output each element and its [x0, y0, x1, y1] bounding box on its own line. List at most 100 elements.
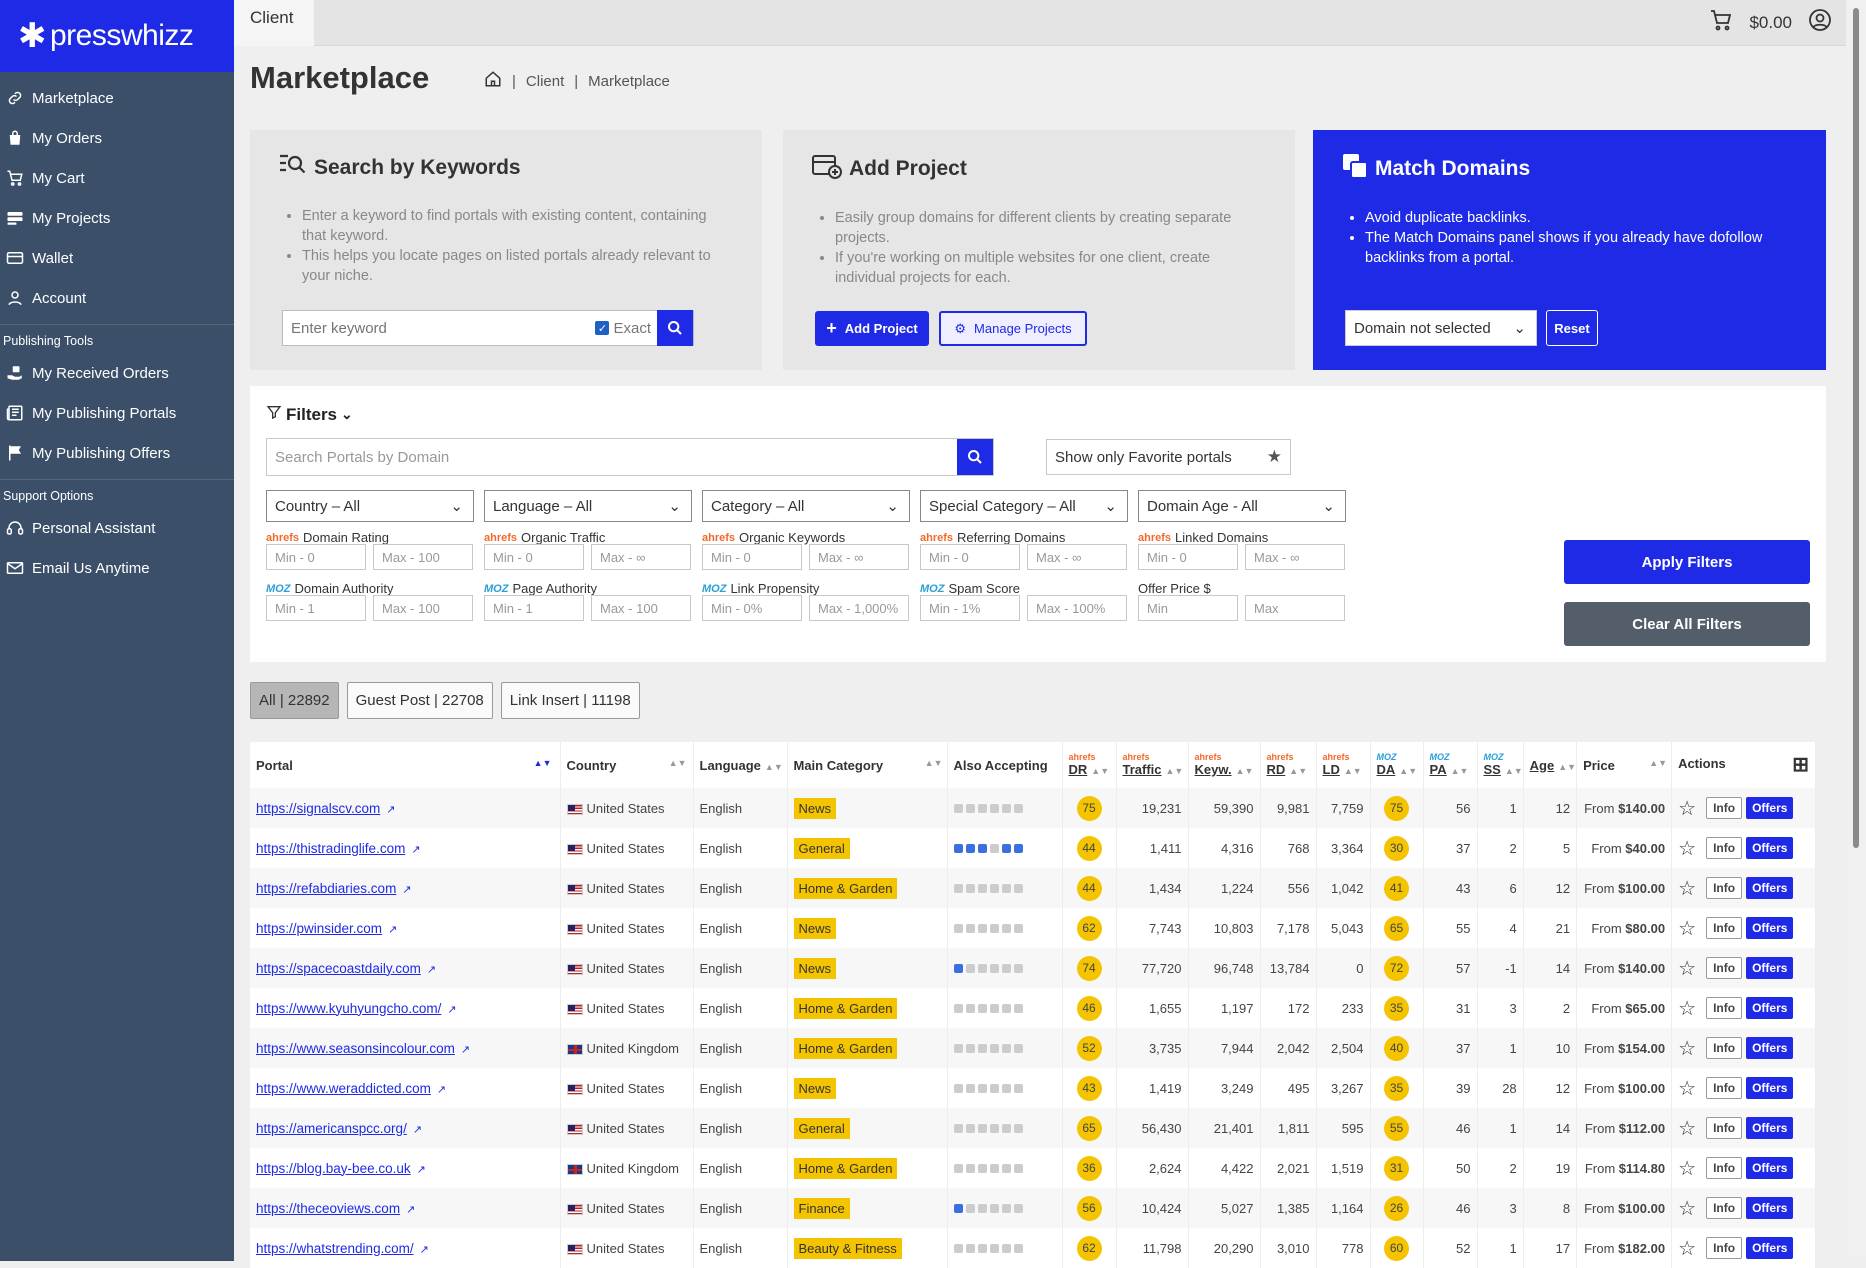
external-link-icon[interactable]: ↗ [447, 1003, 456, 1016]
range-min-input[interactable]: Min - 0 [266, 544, 366, 570]
sort-icon[interactable]: ▲▼ [1166, 766, 1184, 776]
range-max-input[interactable]: Max - ∞ [1027, 544, 1127, 570]
col-keywords[interactable]: ahrefs Keyw. ▲▼ [1188, 742, 1261, 788]
favorite-star-icon[interactable]: ☆ [1678, 916, 1702, 941]
external-link-icon[interactable]: ↗ [386, 803, 395, 816]
external-link-icon[interactable]: ↗ [420, 1243, 429, 1256]
favorite-star-icon[interactable]: ☆ [1678, 996, 1702, 1021]
range-min-input[interactable]: Min - 0 [920, 544, 1020, 570]
tab-all[interactable]: All | 22892 [250, 682, 339, 719]
external-link-icon[interactable]: ↗ [402, 883, 411, 896]
col-dr[interactable]: ahrefs DR ▲▼ [1062, 742, 1117, 788]
keyword-search-button[interactable] [657, 310, 693, 346]
sidebar-item-my-received-orders[interactable]: My Received Orders [0, 353, 234, 393]
offers-button[interactable]: Offers [1746, 957, 1794, 979]
favorite-star-icon[interactable]: ☆ [1678, 796, 1702, 821]
sidebar-item-personal-assistant[interactable]: Personal Assistant [0, 508, 234, 548]
range-min-input[interactable]: Min - 1 [484, 595, 584, 621]
range-min-input[interactable]: Min - 0 [1138, 544, 1238, 570]
sort-icon[interactable]: ▲▼ [925, 758, 943, 768]
col-pa[interactable]: MOZ PA ▲▼ [1423, 742, 1478, 788]
keyword-input[interactable] [283, 319, 596, 337]
col-language[interactable]: Language ▲▼ [693, 742, 788, 788]
range-max-input[interactable]: Max [1245, 595, 1345, 621]
col-traffic[interactable]: ahrefs Traffic ▲▼ [1116, 742, 1189, 788]
favorite-star-icon[interactable]: ☆ [1678, 1116, 1702, 1141]
col-price[interactable]: Price ▲▼ [1576, 742, 1673, 788]
external-link-icon[interactable]: ↗ [411, 843, 420, 856]
range-min-input[interactable]: Min - 1% [920, 595, 1020, 621]
offers-button[interactable]: Offers [1746, 1197, 1794, 1219]
breadcrumb-client[interactable]: Client [526, 73, 564, 90]
info-button[interactable]: Info [1706, 1117, 1743, 1139]
col-ss[interactable]: MOZ SS ▲▼ [1477, 742, 1524, 788]
filter-select-3[interactable]: Special Category – All ⌄ [920, 490, 1128, 522]
range-max-input[interactable]: Max - 100 [373, 544, 473, 570]
range-max-input[interactable]: Max - ∞ [591, 544, 691, 570]
breadcrumb-marketplace[interactable]: Marketplace [588, 73, 670, 90]
favorite-star-icon[interactable]: ☆ [1678, 956, 1702, 981]
filter-select-0[interactable]: Country – All ⌄ [266, 490, 474, 522]
tab-link-insert[interactable]: Link Insert | 11198 [500, 682, 640, 719]
favorite-star-icon[interactable]: ☆ [1678, 1236, 1702, 1261]
external-link-icon[interactable]: ↗ [437, 1083, 446, 1096]
info-button[interactable]: Info [1706, 957, 1743, 979]
col-age[interactable]: Age ▲▼ [1523, 742, 1578, 788]
portal-link[interactable]: https://signalscv.com [256, 801, 380, 816]
sort-icon[interactable]: ▲▼ [1649, 758, 1667, 768]
tab-client[interactable]: Client [234, 0, 314, 46]
domain-select[interactable]: Domain not selected ⌄ [1345, 310, 1537, 346]
favorite-star-icon[interactable]: ☆ [1678, 1076, 1702, 1101]
offers-button[interactable]: Offers [1746, 877, 1794, 899]
manage-projects-button[interactable]: ⚙ Manage Projects [939, 311, 1087, 346]
offers-button[interactable]: Offers [1746, 997, 1794, 1019]
info-button[interactable]: Info [1706, 877, 1743, 899]
sort-icon[interactable]: ▲▼ [1505, 766, 1523, 776]
portal-link[interactable]: https://refabdiaries.com [256, 881, 396, 896]
range-min-input[interactable]: Min - 0% [702, 595, 802, 621]
add-project-button[interactable]: + Add Project [815, 311, 929, 346]
range-min-input[interactable]: Min - 0 [702, 544, 802, 570]
sidebar-item-email-us-anytime[interactable]: Email Us Anytime [0, 548, 234, 588]
external-link-icon[interactable]: ↗ [461, 1043, 470, 1056]
home-icon[interactable] [484, 70, 502, 92]
sort-icon[interactable]: ▲▼ [1091, 766, 1109, 776]
sort-icon[interactable]: ▲▼ [1451, 766, 1469, 776]
external-link-icon[interactable]: ↗ [417, 1163, 426, 1176]
offers-button[interactable]: Offers [1746, 1117, 1794, 1139]
offers-button[interactable]: Offers [1746, 1237, 1794, 1259]
scrollbar-thumb[interactable] [1853, 8, 1859, 848]
col-country[interactable]: Country ▲▼ [560, 742, 694, 788]
sidebar-item-my-orders[interactable]: My Orders [0, 118, 234, 158]
exact-toggle[interactable]: ✓ Exact [595, 320, 651, 337]
col-ld[interactable]: ahrefs LD ▲▼ [1316, 742, 1371, 788]
range-max-input[interactable]: Max - 1,000% [809, 595, 909, 621]
offers-button[interactable]: Offers [1746, 797, 1794, 819]
info-button[interactable]: Info [1706, 837, 1743, 859]
offers-button[interactable]: Offers [1746, 1077, 1794, 1099]
scrollbar[interactable] [1846, 0, 1866, 1261]
filter-select-4[interactable]: Domain Age - All ⌄ [1138, 490, 1346, 522]
col-rd[interactable]: ahrefs RD ▲▼ [1260, 742, 1317, 788]
sort-icon[interactable]: ▲▼ [765, 762, 783, 772]
sort-icon[interactable]: ▲▼ [669, 758, 687, 768]
range-max-input[interactable]: Max - 100 [591, 595, 691, 621]
portal-link[interactable]: https://whatstrending.com/ [256, 1241, 414, 1256]
portal-link[interactable]: https://www.weraddicted.com [256, 1081, 431, 1096]
filter-select-2[interactable]: Category – All ⌄ [702, 490, 910, 522]
filters-toggle[interactable]: Filters ⌄ [266, 404, 353, 425]
favorite-star-icon[interactable]: ☆ [1678, 1036, 1702, 1061]
sort-icon[interactable]: ▲▼ [1344, 766, 1362, 776]
domain-search-input[interactable]: Search Portals by Domain [266, 438, 994, 476]
offers-button[interactable]: Offers [1746, 1037, 1794, 1059]
reset-button[interactable]: Reset [1546, 310, 1598, 346]
info-button[interactable]: Info [1706, 997, 1743, 1019]
sidebar-item-wallet[interactable]: Wallet [0, 238, 234, 278]
col-portal[interactable]: Portal ▲▼ [250, 742, 561, 788]
portal-link[interactable]: https://www.seasonsincolour.com [256, 1041, 455, 1056]
sort-icon[interactable]: ▲▼ [1558, 762, 1576, 772]
filter-select-1[interactable]: Language – All ⌄ [484, 490, 692, 522]
external-link-icon[interactable]: ↗ [406, 1203, 415, 1216]
portal-link[interactable]: https://pwinsider.com [256, 921, 382, 936]
favorite-star-icon[interactable]: ☆ [1678, 836, 1702, 861]
